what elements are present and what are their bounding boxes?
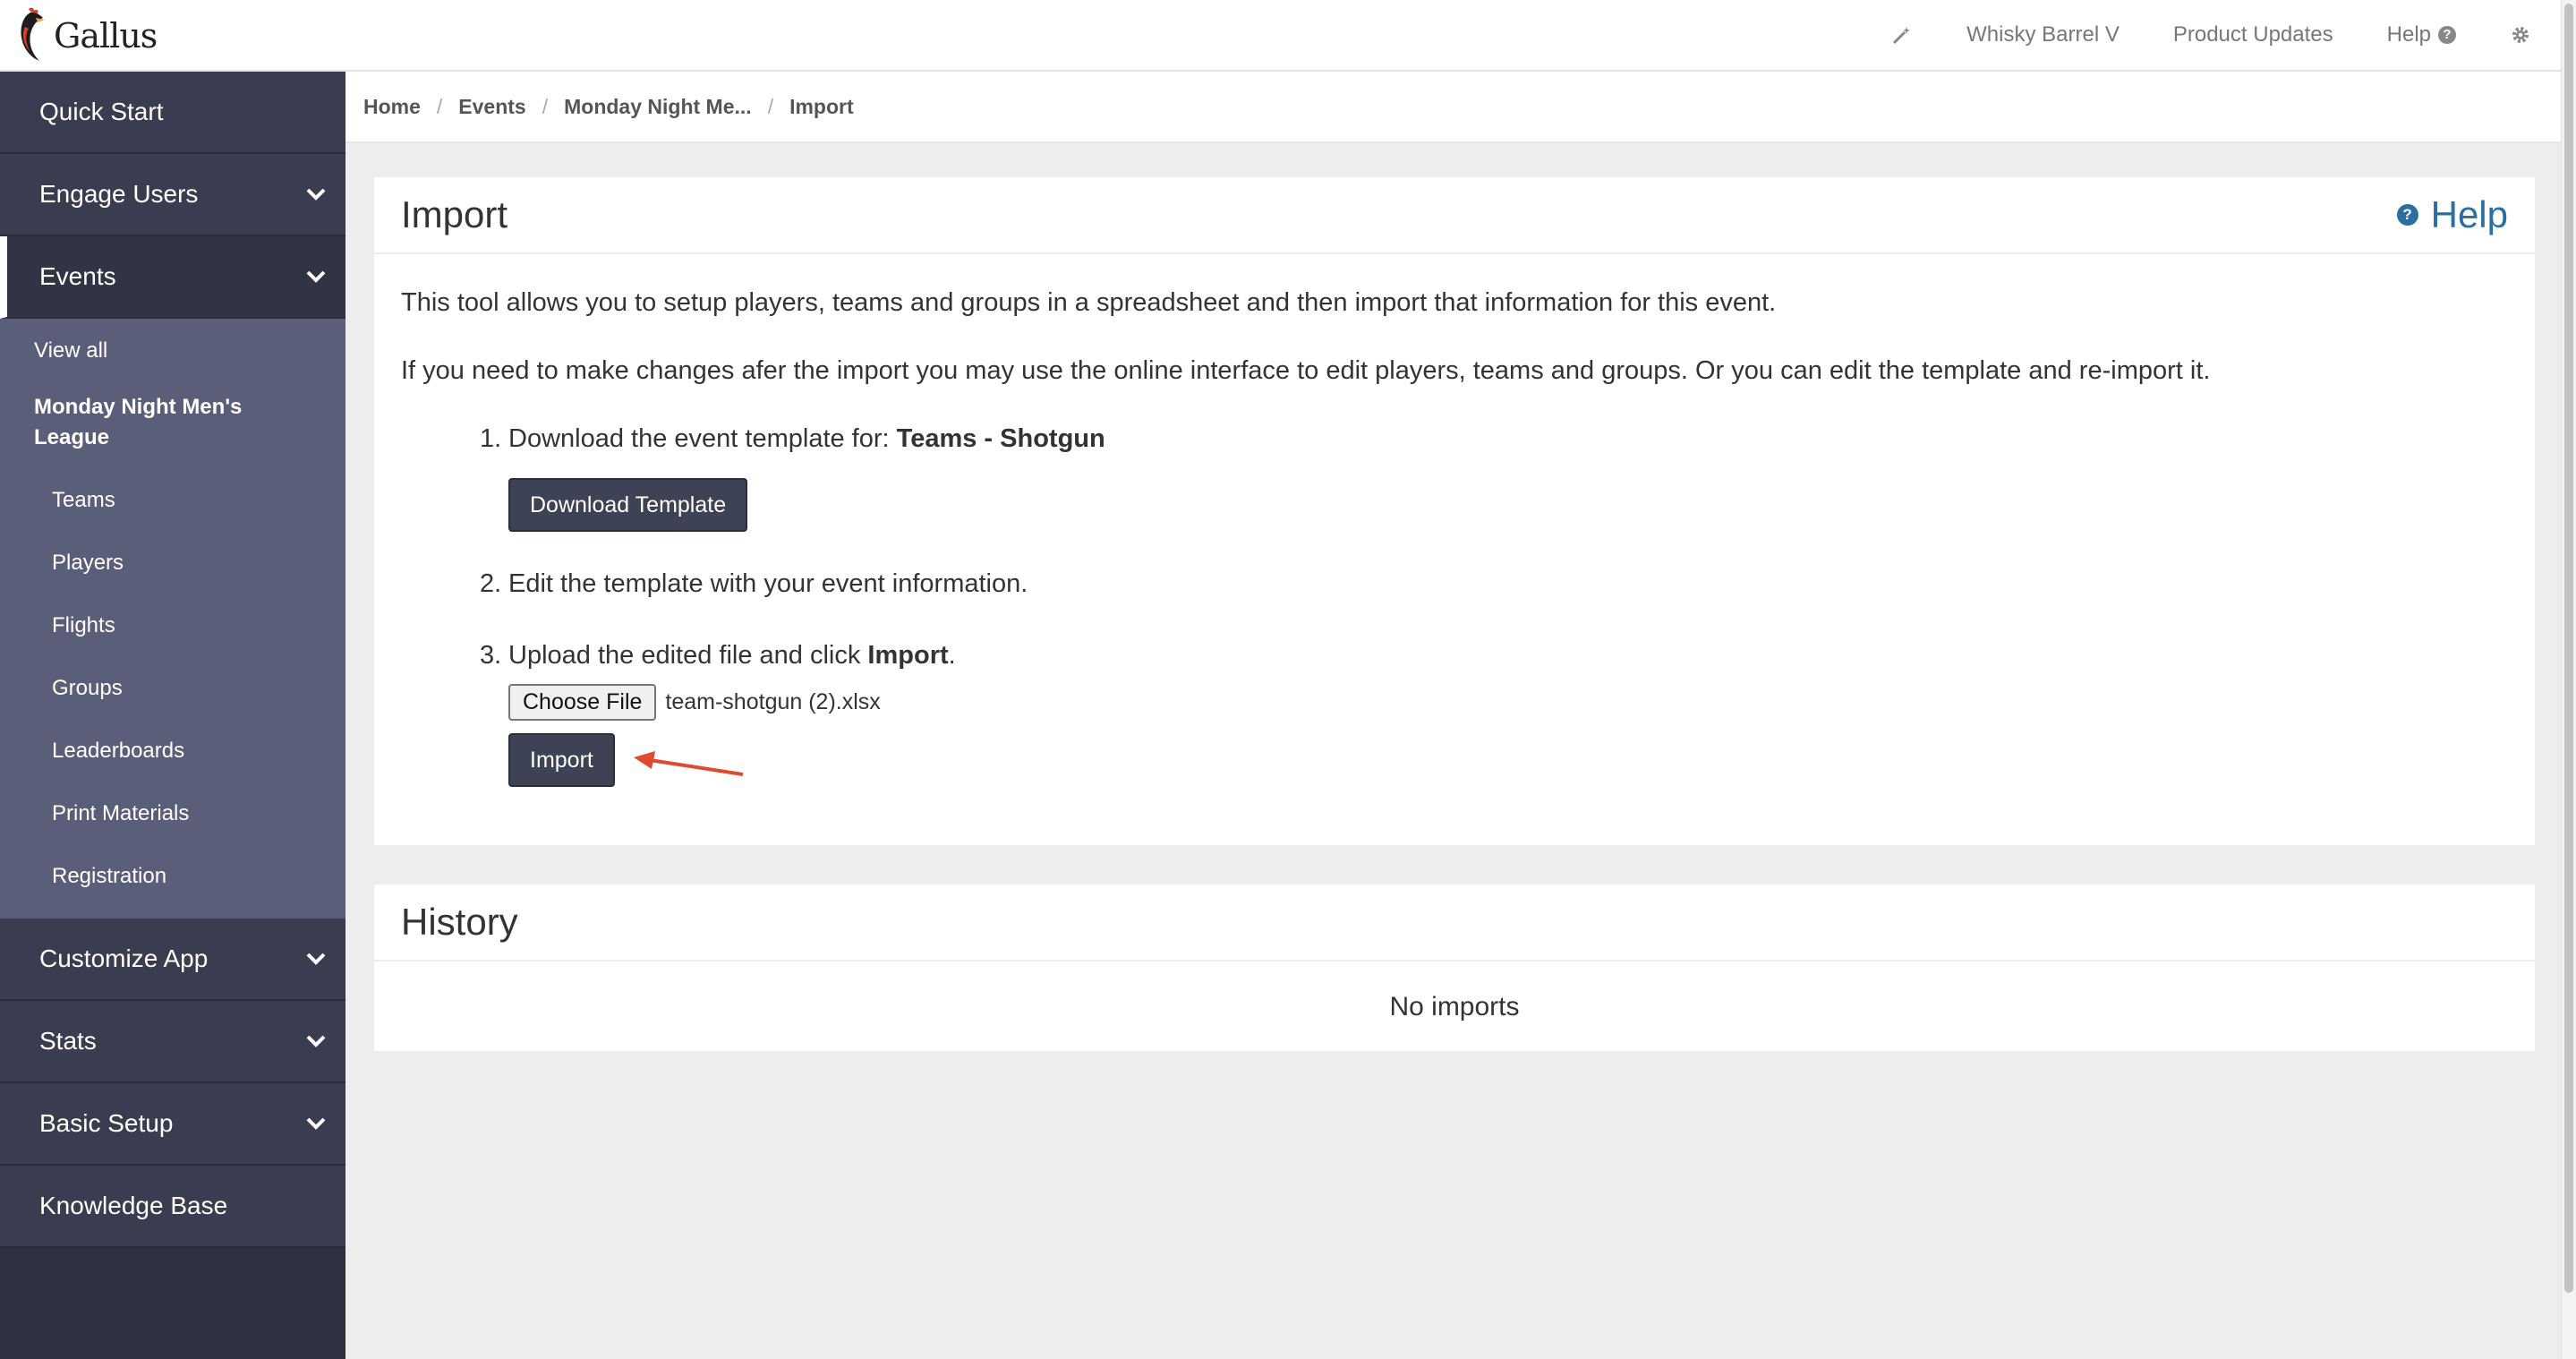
sidebar-item-stats[interactable]: Stats [0,1001,345,1083]
sidebar-item-events[interactable]: Events [0,236,345,319]
page-scrollbar[interactable] [2561,0,2576,1359]
import-steps: 1. Download the event template for: Team… [480,423,2508,789]
magic-wand-icon[interactable] [1891,24,1913,46]
sidebar-item-teams[interactable]: Teams [0,469,345,532]
choose-file-button[interactable]: Choose File [508,684,657,721]
import-button[interactable]: Import [508,733,615,787]
sidebar-item-leaderboards[interactable]: Leaderboards [0,720,345,782]
breadcrumb-separator: / [542,94,549,118]
sidebar-item-label: Customize App [39,944,209,972]
step-description: Edit the template with your event inform… [508,569,1028,598]
step-description: Upload the edited file and click Import. [508,639,956,671]
annotation-arrow-icon [634,751,744,776]
step-3: 3. Upload the edited file and click Impo… [480,639,2508,789]
history-empty-message: No imports [1389,992,1520,1021]
events-submenu: View all Monday Night Men's League Teams… [0,319,345,919]
sidebar-item-label: Knowledge Base [39,1192,228,1219]
chevron-down-icon [306,1117,326,1130]
breadcrumb-current: Import [789,94,854,118]
template-type: Teams - Shotgun [896,424,1105,453]
step-3-text: 3. Upload the edited file and click Impo… [480,639,2508,671]
sidebar-item-flights[interactable]: Flights [0,594,345,657]
help-menu-label: Help [2386,22,2431,47]
logo-text: Gallus [54,16,158,56]
sidebar-item-groups[interactable]: Groups [0,657,345,720]
sidebar-item-basic-setup[interactable]: Basic Setup [0,1083,345,1166]
top-bar: Gallus Whisky Barrel V Product Updates H… [0,0,2562,72]
chevron-down-icon [306,188,326,201]
breadcrumb: Home / Events / Monday Night Me... / Imp… [345,72,2562,143]
breadcrumb-events[interactable]: Events [458,95,525,119]
gear-icon[interactable] [2510,24,2531,46]
breadcrumb-event[interactable]: Monday Night Me... [564,95,752,119]
import-panel-header: Import ? Help [374,177,2535,254]
import-row: Import [508,733,2508,789]
step-number: 2. [480,569,502,598]
download-template-button[interactable]: Download Template [508,478,748,532]
account-menu[interactable]: Whisky Barrel V [1966,22,2120,47]
intro-text: This tool allows you to setup players, t… [401,288,1777,317]
history-title: History [401,901,518,943]
step-3-label: Upload the edited file and click [508,641,868,670]
step-1-text: 1. Download the event template for: Team… [480,423,2508,455]
chevron-down-icon [306,1035,326,1047]
help-link-label: Help [2430,193,2508,235]
breadcrumb-separator: / [767,94,774,118]
sidebar-item-view-all[interactable]: View all [0,326,345,380]
sidebar-item-label: Events [39,262,116,290]
chevron-down-icon [306,270,326,283]
sidebar-item-engage-users[interactable]: Engage Users [0,154,345,236]
intro-text-2: If you need to make changes afer the imp… [401,356,2211,385]
download-row: Download Template [508,478,2508,532]
breadcrumb-home[interactable]: Home [363,95,421,119]
sidebar-item-label: Stats [39,1027,97,1055]
step-3-import-word: Import [867,641,949,670]
step-3-period: . [948,641,956,670]
step-1-label: Download the event template for: [508,424,897,453]
step-2: 2. Edit the template with your event inf… [480,568,2508,600]
sidebar-item-label: Quick Start [39,98,164,125]
step-number: 1. [480,424,502,453]
step-description: Download the event template for: Teams -… [508,423,1105,455]
sidebar-item-registration[interactable]: Registration [0,845,345,908]
help-menu[interactable]: Help ? [2387,22,2456,47]
page-title: Import [401,193,508,235]
sidebar-item-print-materials[interactable]: Print Materials [0,782,345,845]
sidebar-item-label: Engage Users [39,180,199,208]
sidebar-item-label: Basic Setup [39,1109,174,1137]
scrollbar-thumb[interactable] [2564,4,2573,1293]
question-circle-icon: ? [2438,26,2456,44]
selected-file-name: team-shotgun (2).xlsx [665,689,881,714]
import-panel-body: This tool allows you to setup players, t… [374,254,2535,816]
breadcrumb-separator: / [436,94,443,118]
step-1: 1. Download the event template for: Team… [480,423,2508,532]
sidebar-item-players[interactable]: Players [0,532,345,594]
rooster-logo-icon [21,7,45,62]
chevron-down-icon [306,953,326,965]
sidebar-item-customize-app[interactable]: Customize App [0,919,345,1001]
logo[interactable]: Gallus [13,7,158,64]
sidebar: Quick Start Engage Users Events View all… [0,72,345,1359]
help-link[interactable]: ? Help [2396,193,2508,236]
history-panel-header: History [374,885,2535,962]
sidebar-item-event-name[interactable]: Monday Night Men's League [0,380,345,469]
sidebar-item-knowledge-base[interactable]: Knowledge Base [0,1166,345,1248]
sidebar-item-quick-start[interactable]: Quick Start [0,72,345,154]
history-panel: History No imports [374,885,2535,1051]
step-number: 3. [480,641,502,670]
product-updates-link[interactable]: Product Updates [2173,22,2333,47]
top-nav: Whisky Barrel V Product Updates Help ? [1838,0,2531,70]
import-panel: Import ? Help This tool allows you to se… [374,177,2535,845]
question-circle-icon: ? [2396,204,2418,226]
file-upload-row: Choose File team-shotgun (2).xlsx [508,684,2508,721]
